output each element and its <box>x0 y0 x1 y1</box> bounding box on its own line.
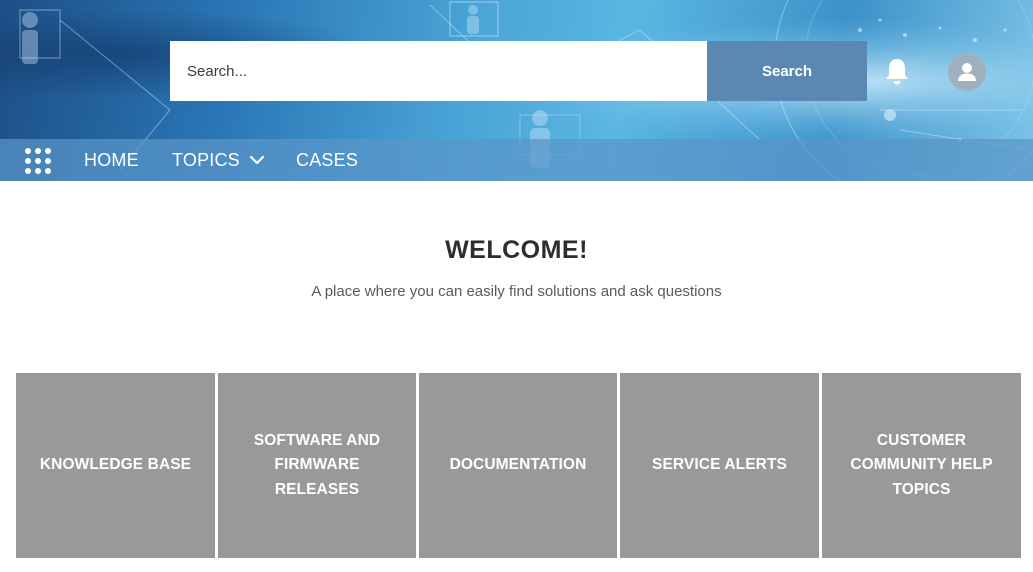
page-title: WELCOME! <box>445 236 588 264</box>
tile-software-firmware-releases[interactable]: SOFTWARE AND FIRMWARE RELEASES <box>218 373 416 558</box>
tile-customer-community-help-topics[interactable]: CUSTOMER COMMUNITY HELP TOPICS <box>822 373 1021 558</box>
nav-item-label: TOPICS <box>172 149 240 170</box>
tile-label: SERVICE ALERTS <box>652 456 787 474</box>
topic-tiles: KNOWLEDGE BASE SOFTWARE AND FIRMWARE REL… <box>16 373 1021 558</box>
bell-icon[interactable] <box>882 56 912 88</box>
tile-label: DOCUMENTATION <box>449 456 587 474</box>
tile-label: KNOWLEDGE BASE <box>39 456 192 474</box>
nav-item-topics[interactable]: TOPICS <box>172 139 265 181</box>
header-banner: Search HOME TOPICS <box>0 0 1033 181</box>
search-button[interactable]: Search <box>707 41 867 101</box>
app-launcher-icon[interactable] <box>24 147 52 175</box>
main-navigation: HOME TOPICS CASES <box>0 139 1033 181</box>
search-input[interactable] <box>170 41 707 101</box>
user-avatar-icon[interactable] <box>948 53 986 91</box>
tile-documentation[interactable]: DOCUMENTATION <box>419 373 617 558</box>
nav-item-home[interactable]: HOME <box>84 139 139 181</box>
nav-item-label: HOME <box>84 149 139 170</box>
nav-item-cases[interactable]: CASES <box>296 139 358 181</box>
tile-service-alerts[interactable]: SERVICE ALERTS <box>620 373 819 558</box>
page-subtitle: A place where you can easily find soluti… <box>311 283 722 300</box>
tile-label: CUSTOMER COMMUNITY HELP TOPICS <box>850 431 993 498</box>
chevron-down-icon <box>249 155 264 165</box>
nav-item-label: CASES <box>296 149 359 170</box>
tile-label: SOFTWARE AND FIRMWARE RELEASES <box>253 431 381 498</box>
tile-knowledge-base[interactable]: KNOWLEDGE BASE <box>16 373 215 558</box>
